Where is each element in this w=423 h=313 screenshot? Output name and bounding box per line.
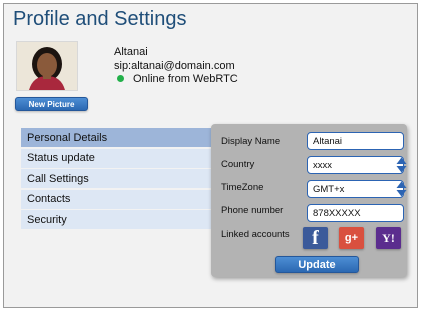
phone-number-field[interactable]: 878XXXXX — [307, 204, 404, 222]
country-value: xxxx — [313, 159, 332, 171]
update-button[interactable]: Update — [275, 256, 359, 273]
settings-menu: Personal Details Status update Call Sett… — [21, 128, 211, 231]
display-name-field[interactable]: Altanai — [307, 132, 404, 150]
timezone-label: TimeZone — [221, 182, 264, 193]
timezone-spinner-icon[interactable] — [396, 181, 407, 197]
menu-item-contacts[interactable]: Contacts — [21, 189, 211, 209]
page-title: Profile and Settings — [13, 8, 187, 30]
menu-item-security[interactable]: Security — [21, 210, 211, 229]
linked-accounts-label: Linked accounts — [221, 229, 290, 240]
yahoo-icon[interactable]: Y! — [376, 227, 401, 249]
timezone-select[interactable]: GMT+x — [307, 180, 407, 198]
new-picture-button[interactable]: New Picture — [15, 97, 88, 111]
facebook-icon[interactable]: f — [303, 227, 328, 249]
online-status-icon — [117, 75, 124, 82]
country-label: Country — [221, 159, 255, 170]
menu-item-personal-details[interactable]: Personal Details — [21, 128, 211, 147]
phone-number-label: Phone number — [221, 205, 284, 216]
display-name-value: Altanai — [313, 135, 343, 147]
profile-sip-address: sip:altanai@domain.com — [114, 60, 235, 72]
display-name-label: Display Name — [221, 136, 281, 147]
timezone-value: GMT+x — [313, 183, 345, 195]
country-spinner-icon[interactable] — [396, 157, 407, 173]
phone-number-value: 878XXXXX — [313, 207, 361, 219]
menu-item-status-update[interactable]: Status update — [21, 148, 211, 168]
profile-status-text: Online from WebRTC — [133, 73, 238, 85]
country-select[interactable]: xxxx — [307, 156, 407, 174]
profile-name: Altanai — [114, 46, 148, 58]
menu-item-call-settings[interactable]: Call Settings — [21, 169, 211, 188]
avatar — [16, 41, 78, 91]
google-plus-icon[interactable]: g+ — [339, 227, 364, 249]
